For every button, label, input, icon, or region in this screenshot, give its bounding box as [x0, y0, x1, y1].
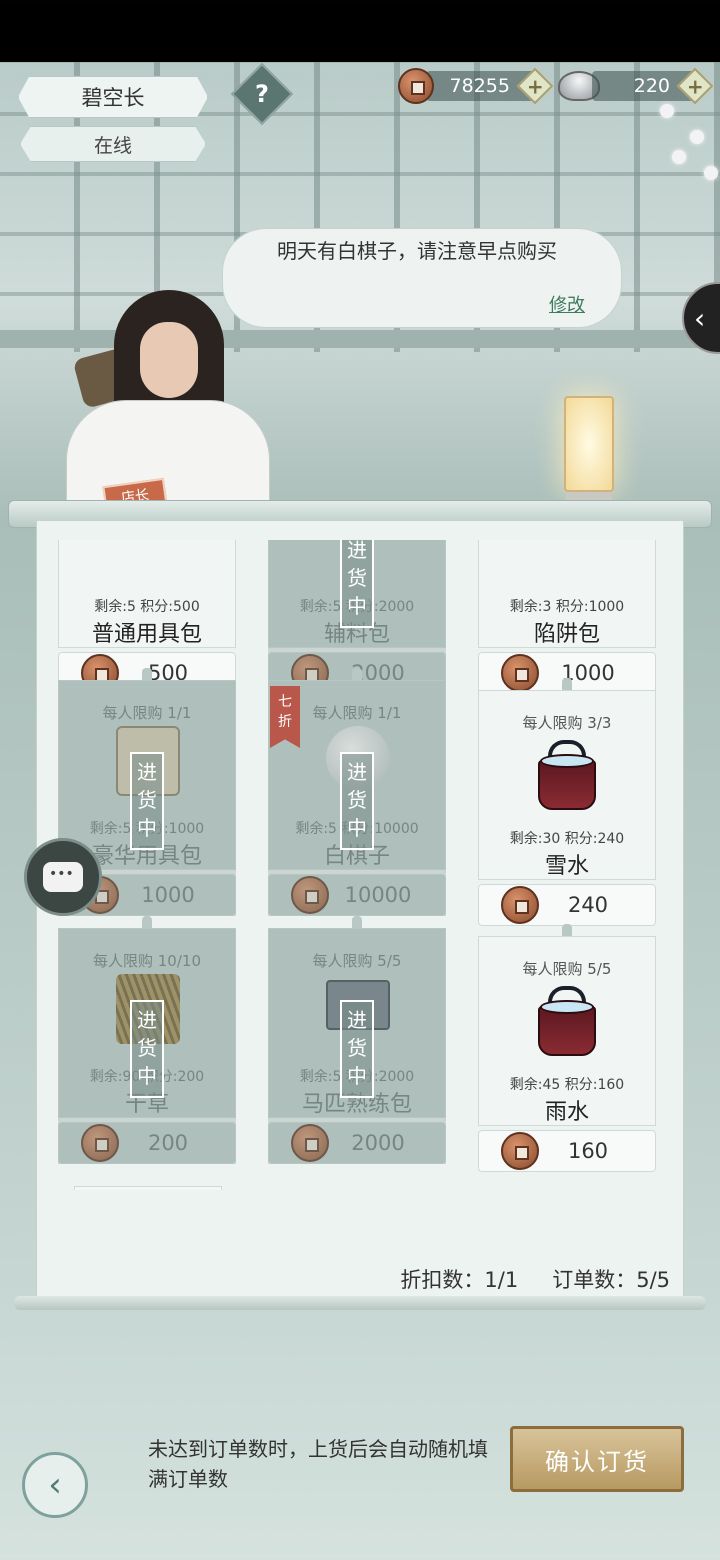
- blossom-icon: [704, 166, 718, 180]
- bubble-message: 明天有白棋子，请注意早点购买: [277, 239, 557, 263]
- blossom-icon: [672, 150, 686, 164]
- discount-tag: 七折: [270, 686, 300, 748]
- copper-coin-icon: [398, 68, 434, 104]
- player-name: 碧空长: [81, 86, 145, 110]
- copper-currency: 78255 +: [398, 67, 558, 105]
- price-value: 1000: [141, 883, 195, 907]
- card-hook: [142, 668, 152, 692]
- blossom-icon: [660, 104, 674, 118]
- player-name-plate[interactable]: 碧空长: [18, 76, 208, 118]
- price-value: 160: [567, 1139, 609, 1163]
- item-title: 陷阱包: [533, 622, 600, 647]
- restocking-label: 进货中: [130, 752, 164, 850]
- price-value: 1000: [561, 661, 615, 685]
- restocking-label: 进货中: [340, 752, 374, 850]
- price-value: 240: [567, 893, 609, 917]
- item-price[interactable]: 10000: [268, 874, 446, 916]
- order-count: 订单数：5/5: [552, 1268, 670, 1292]
- item-stock-points: 剩余:30 积分:240: [509, 831, 625, 847]
- chevron-left-icon: ‹: [694, 302, 706, 335]
- item-price[interactable]: 160: [478, 1130, 656, 1172]
- chat-button[interactable]: [24, 838, 102, 916]
- lantern-icon: [564, 396, 614, 492]
- item-card[interactable]: 每人限购 3/3 剩余:30 积分:240 雪水 240: [478, 678, 656, 926]
- restocking-label: 进货中: [130, 1000, 164, 1098]
- item-stock-points: 剩余:3 积分:1000: [509, 599, 625, 615]
- item-price[interactable]: 200: [58, 1122, 236, 1164]
- chat-icon: [43, 862, 83, 892]
- card-hook: [142, 916, 152, 940]
- confirm-order-button[interactable]: 确认订货: [510, 1426, 684, 1492]
- item-title: 雪水: [544, 854, 589, 879]
- water-bucket-icon: [532, 740, 602, 812]
- plus-icon: +: [686, 73, 704, 98]
- restocking-label: 进货中: [340, 1000, 374, 1098]
- item-price[interactable]: 2000: [268, 1122, 446, 1164]
- purchase-limit: 每人限购 10/10: [93, 952, 201, 970]
- status-plate[interactable]: 在线: [20, 126, 206, 162]
- order-hint: 未达到订单数时，上货后会自动随机填满订单数: [148, 1437, 488, 1491]
- item-card-partial: [74, 1186, 222, 1190]
- edit-message-link[interactable]: 修改: [549, 291, 585, 317]
- price-value: 10000: [344, 883, 412, 907]
- discount-count: 折扣数：1/1: [400, 1268, 519, 1292]
- purchase-limit: 每人限购 5/5: [522, 960, 612, 978]
- plus-icon: +: [526, 73, 544, 98]
- item-stock-points: 剩余:45 积分:160: [509, 1077, 625, 1093]
- water-bucket-icon: [532, 986, 602, 1058]
- item-card[interactable]: 每人限购 10/10 剩余:90 积分:200 干草 200 进货中: [58, 916, 236, 1164]
- item-title: 普通用具包: [91, 622, 202, 647]
- copper-coin-icon: [501, 1132, 539, 1170]
- item-card[interactable]: 每人限购 1/1 剩余:5 积分:10000 白棋子 10000 进货中七折: [268, 668, 446, 916]
- back-arrow-icon: ‹: [48, 1465, 62, 1505]
- restocking-label: 进货中: [340, 540, 374, 628]
- item-stock-points: 剩余:5 积分:500: [94, 599, 200, 615]
- order-summary: 折扣数：1/1 订单数：5/5: [366, 1264, 670, 1294]
- purchase-limit: 每人限购 1/1: [102, 704, 192, 722]
- purchase-limit: 每人限购 5/5: [312, 952, 402, 970]
- shopkeeper-speech-bubble: 明天有白棋子，请注意早点购买 修改: [222, 228, 622, 328]
- copper-coin-icon: [291, 1124, 329, 1162]
- card-hook: [352, 668, 362, 692]
- purchase-limit: 每人限购 3/3: [522, 714, 612, 732]
- copper-coin-icon: [291, 876, 329, 914]
- copper-coin-icon: [501, 654, 539, 692]
- item-title: 雨水: [544, 1100, 589, 1125]
- item-card[interactable]: 每人限购 5/5 剩余:45 积分:160 雨水 160: [478, 924, 656, 1172]
- silver-currency: 220 +: [558, 67, 714, 105]
- copper-coin-icon: [501, 886, 539, 924]
- player-status: 在线: [93, 134, 132, 157]
- shopkeeper-character: [62, 282, 272, 512]
- blossom-icon: [690, 130, 704, 144]
- card-hook: [352, 916, 362, 940]
- item-price[interactable]: 240: [478, 884, 656, 926]
- item-grid: 剩余:5 积分:500 普通用具包 500 剩余:5 积分:2000 辅料包 2000 进…: [40, 540, 680, 1190]
- item-card[interactable]: 每人限购 5/5 剩余:5 积分:2000 马匹熟练包 2000 进货中: [268, 916, 446, 1164]
- item-card[interactable]: 剩余:3 积分:1000 陷阱包 1000: [478, 540, 656, 694]
- back-button[interactable]: ‹: [22, 1452, 88, 1518]
- panel-bottom-rod: [14, 1296, 706, 1310]
- help-icon: ?: [255, 80, 269, 108]
- copper-coin-icon: [81, 1124, 119, 1162]
- price-value: 200: [147, 1131, 189, 1155]
- price-value: 2000: [351, 1131, 405, 1155]
